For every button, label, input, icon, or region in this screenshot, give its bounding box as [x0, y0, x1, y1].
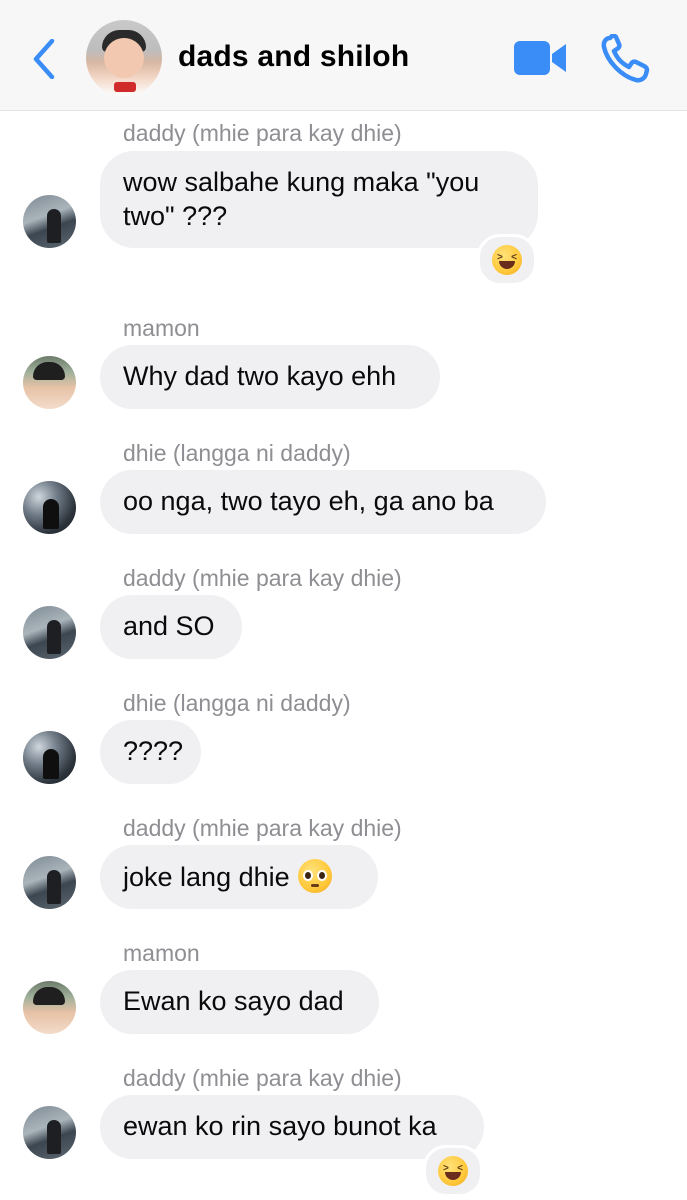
chat-header: dads and shiloh [0, 0, 687, 111]
video-camera-icon [514, 41, 566, 75]
grinning-squinting-face-icon: > < [438, 1156, 468, 1186]
sender-name: daddy (mhie para kay dhie) [123, 815, 402, 841]
avatar-mamon[interactable] [23, 981, 76, 1034]
avatar-daddy[interactable] [23, 1106, 76, 1159]
avatar-daddy[interactable] [23, 195, 76, 248]
sender-name: dhie (langga ni daddy) [123, 690, 351, 716]
avatar-daddy[interactable] [23, 856, 76, 909]
sender-name: mamon [123, 940, 200, 966]
message-bubble[interactable]: ewan ko rin sayo bunot ka [100, 1095, 484, 1159]
voice-call-button[interactable] [600, 33, 652, 84]
message-bubble[interactable]: oo nga, two tayo eh, ga ano ba [100, 470, 546, 534]
grinning-squinting-face-icon: > < [492, 245, 522, 275]
message-bubble[interactable]: joke lang dhie [100, 845, 378, 909]
avatar-dhie[interactable] [23, 481, 76, 534]
message-bubble[interactable]: ???? [100, 720, 201, 784]
pleading-face-icon [297, 859, 332, 893]
phone-icon [601, 33, 650, 83]
reaction-badge[interactable]: > < [423, 1145, 483, 1197]
avatar-mamon[interactable] [23, 356, 76, 409]
chevron-left-icon [33, 39, 55, 79]
video-call-button[interactable] [512, 38, 568, 78]
avatar-daddy[interactable] [23, 606, 76, 659]
sender-name: daddy (mhie para kay dhie) [123, 565, 402, 591]
message-bubble[interactable]: Ewan ko sayo dad [100, 970, 379, 1034]
back-button[interactable] [26, 36, 62, 82]
message-bubble[interactable]: Why dad two kayo ehh [100, 345, 440, 409]
message-bubble[interactable]: and SO [100, 595, 242, 659]
sender-name: daddy (mhie para kay dhie) [123, 1065, 402, 1091]
sender-name: mamon [123, 315, 200, 341]
sender-name: dhie (langga ni daddy) [123, 440, 351, 466]
reaction-badge[interactable]: > < [477, 234, 537, 286]
avatar-dhie[interactable] [23, 731, 76, 784]
message-text: joke lang dhie [123, 862, 290, 892]
sender-name: daddy (mhie para kay dhie) [123, 120, 402, 146]
chat-title[interactable]: dads and shiloh [178, 40, 409, 74]
message-bubble[interactable]: wow salbahe kung maka "you two" ??? [100, 151, 538, 248]
group-avatar[interactable] [86, 20, 162, 96]
